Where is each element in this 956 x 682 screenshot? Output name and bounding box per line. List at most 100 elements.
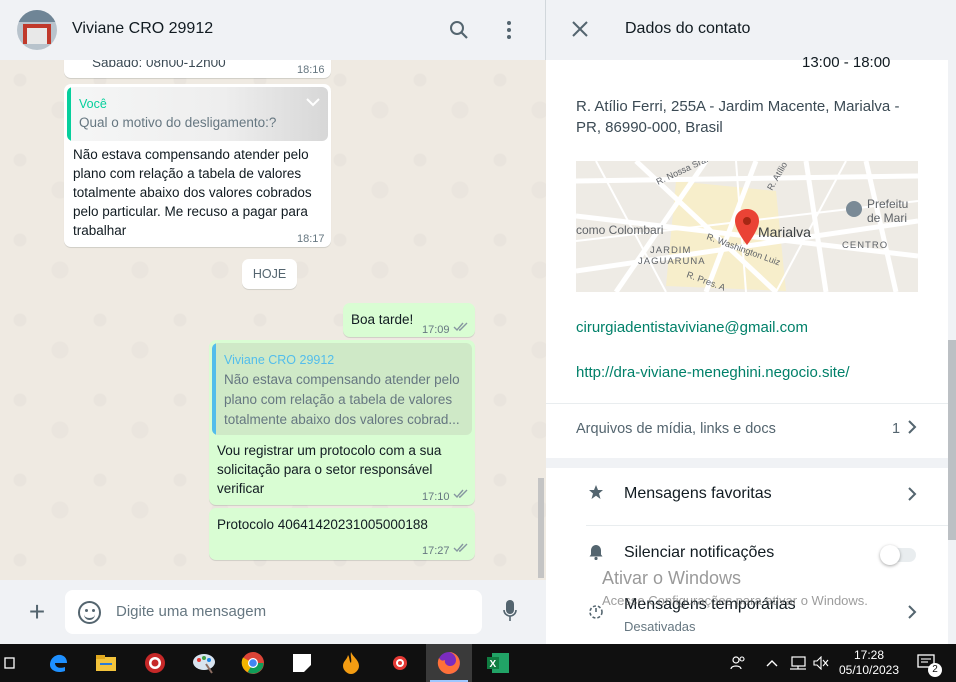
message-time: 17:09 xyxy=(422,324,450,336)
app-icon-red[interactable] xyxy=(135,644,175,682)
emoji-icon[interactable] xyxy=(78,601,101,624)
message-text: Sábado: 08h00-12h00 xyxy=(92,60,226,70)
map-area-label: JAGUARUNA xyxy=(638,256,706,267)
excel-icon[interactable]: X xyxy=(478,644,518,682)
settings-card: Mensagens favoritas Silenciar notificaçõ… xyxy=(546,468,948,644)
double-check-icon xyxy=(453,487,469,506)
message-line: solicitação para o setor responsável xyxy=(217,462,433,477)
quoted-line: plano com relação a tabela de valores xyxy=(224,392,453,407)
quoted-text: Qual o motivo do desligamento:? xyxy=(79,115,277,130)
windows-activation-watermark: Ativar o Windows xyxy=(602,568,742,588)
attach-plus-icon[interactable]: + xyxy=(24,598,50,626)
tray-chevron-up-icon[interactable] xyxy=(763,644,781,682)
message-line: trabalhar xyxy=(73,223,127,238)
starred-messages-row[interactable]: Mensagens favoritas xyxy=(546,468,948,526)
message-line: Vou registrar um protocolo com a sua xyxy=(217,443,442,458)
message-text: Boa tarde! xyxy=(351,312,414,327)
map-place-label: de Mari xyxy=(867,211,907,225)
disappearing-messages-status: Desativadas xyxy=(624,619,696,634)
message-time: 18:17 xyxy=(297,233,325,245)
app-icon-target[interactable] xyxy=(380,644,420,682)
chevron-right-icon xyxy=(907,486,917,507)
message-text: Não estava compensando atender pelo plan… xyxy=(73,145,323,240)
system-clock[interactable]: 17:28 05/10/2023 xyxy=(836,648,902,678)
message-line: plano com relação a tabela de valores xyxy=(73,166,302,181)
map-place-label: Prefeitu xyxy=(867,197,908,211)
message-input-placeholder: Digite uma mensagem xyxy=(116,603,267,620)
message-incoming-reply[interactable]: Você Qual o motivo do desligamento:? Não… xyxy=(64,84,331,247)
mute-toggle[interactable] xyxy=(880,545,916,565)
address-line: R. Atílio Ferri, 255A - Jardim Macente, … xyxy=(576,98,900,115)
volume-muted-icon[interactable] xyxy=(811,644,831,682)
contact-info-body[interactable]: 13:00 - 18:00 R. Atílio Ferri, 255A - Ja… xyxy=(546,54,948,644)
network-icon[interactable] xyxy=(787,644,809,682)
notifications-icon[interactable]: 2 xyxy=(910,644,944,682)
business-hours: 13:00 - 18:00 xyxy=(802,54,891,71)
message-incoming-partial[interactable]: Sábado: 08h00-12h00 18:16 xyxy=(64,60,331,78)
message-outgoing-reply[interactable]: Viviane CRO 29912 Não estava compensando… xyxy=(209,340,475,505)
contact-info-pane: Dados do contato 13:00 - 18:00 R. Atílio… xyxy=(546,0,956,644)
edge-icon[interactable] xyxy=(38,644,78,682)
chat-scrollbar[interactable] xyxy=(538,478,544,578)
bell-icon xyxy=(588,544,604,565)
quoted-author: Você xyxy=(79,97,107,111)
quoted-message[interactable]: Viviane CRO 29912 Não estava compensando… xyxy=(212,343,472,435)
message-line: Não estava compensando atender pelo xyxy=(73,147,309,162)
close-icon[interactable] xyxy=(572,20,588,40)
chevron-down-icon[interactable] xyxy=(306,93,320,112)
quoted-line: Não estava compensando atender pelo xyxy=(224,372,460,387)
message-outgoing[interactable]: Boa tarde! 17:09 xyxy=(343,303,475,337)
chat-contact-name[interactable]: Viviane CRO 29912 xyxy=(72,20,213,38)
business-address: R. Atílio Ferri, 255A - Jardim Macente, … xyxy=(576,96,926,138)
business-info-card: 13:00 - 18:00 R. Atílio Ferri, 255A - Ja… xyxy=(546,54,948,458)
contact-email-link[interactable]: cirurgiadentistaviviane@gmail.com xyxy=(576,319,808,336)
search-icon[interactable] xyxy=(447,18,471,42)
map-city-label: Marialva xyxy=(758,224,811,240)
map-area-label: CENTRO xyxy=(842,240,888,251)
starred-messages-label: Mensagens favoritas xyxy=(624,485,772,502)
task-view-icon[interactable] xyxy=(0,644,22,682)
toggle-knob xyxy=(880,545,900,565)
map-place-label: como Colombari xyxy=(576,223,663,237)
menu-dots-icon[interactable] xyxy=(497,18,521,42)
chat-header[interactable]: Viviane CRO 29912 xyxy=(0,0,546,60)
message-line: pelo particular. Me recuso a pagar para xyxy=(73,204,308,219)
double-check-icon xyxy=(453,320,469,339)
message-list[interactable]: Sábado: 08h00-12h00 18:16 Você Qual o mo… xyxy=(0,60,546,580)
media-count: 1 xyxy=(892,421,901,437)
windows-activation-subtitle: Acesse Configurações para ativar o Windo… xyxy=(602,593,868,608)
location-map[interactable]: R. Nossa Sra. do Ro R. Atílio R. Washing… xyxy=(576,161,918,292)
chevron-right-icon xyxy=(907,604,917,625)
microphone-icon[interactable] xyxy=(503,600,517,624)
contact-avatar[interactable] xyxy=(17,10,57,50)
file-explorer-icon[interactable] xyxy=(86,644,126,682)
chevron-right-icon xyxy=(907,419,917,440)
svg-text:X: X xyxy=(490,659,497,670)
whatsapp-web-window: Viviane CRO 29912 Sábado: 08h00-12h00 18… xyxy=(0,0,956,644)
map-graphic: R. Nossa Sra. do Ro R. Atílio R. Washing… xyxy=(576,161,918,292)
windows-taskbar: X 17:28 05/10/2023 2 xyxy=(0,644,956,682)
map-area-label: JARDIM xyxy=(650,245,691,256)
contact-scrollbar[interactable] xyxy=(948,340,956,540)
message-time: 17:27 xyxy=(422,545,450,557)
message-input[interactable]: Digite uma mensagem xyxy=(65,590,482,634)
notification-count-badge: 2 xyxy=(928,663,942,677)
message-outgoing[interactable]: Protocolo 40641420231005000188 17:27 xyxy=(209,508,475,560)
quoted-message[interactable]: Você Qual o motivo do desligamento:? xyxy=(67,87,328,141)
app-icon-flame[interactable] xyxy=(331,644,371,682)
date-divider: HOJE xyxy=(242,259,297,289)
sticky-notes-icon[interactable] xyxy=(282,644,322,682)
people-icon[interactable] xyxy=(726,644,750,682)
quoted-text: Não estava compensando atender pelo plan… xyxy=(224,370,460,430)
chat-pane: Viviane CRO 29912 Sábado: 08h00-12h00 18… xyxy=(0,0,546,644)
chrome-icon[interactable] xyxy=(233,644,273,682)
quoted-author: Viviane CRO 29912 xyxy=(224,353,335,367)
clock-time: 17:28 xyxy=(853,648,885,662)
contact-website-link[interactable]: http://dra-viviane-meneghini.negocio.sit… xyxy=(576,364,850,381)
address-line: PR, 86990-000, Brasil xyxy=(576,119,723,136)
firefox-icon[interactable] xyxy=(426,644,472,682)
star-icon xyxy=(588,484,604,505)
media-links-docs-row[interactable]: Arquivos de mídia, links e docs 1 xyxy=(546,403,948,458)
mute-notifications-label: Silenciar notificações xyxy=(624,544,775,561)
paint-icon[interactable] xyxy=(184,644,224,682)
